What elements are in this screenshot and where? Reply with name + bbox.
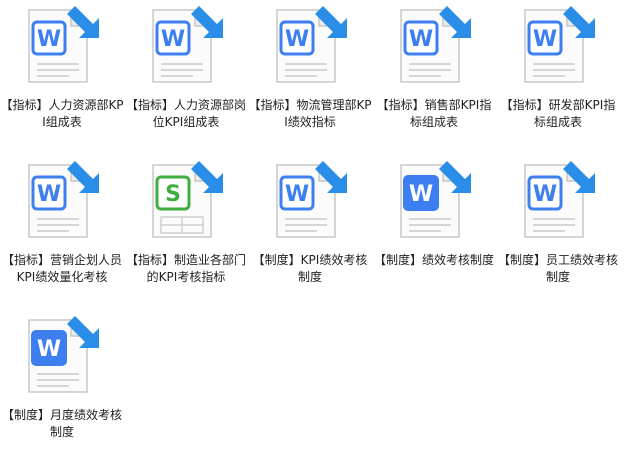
file-item[interactable]: W 【指标】研发部KPI指标组成表 — [496, 0, 620, 150]
svg-text:S: S — [165, 182, 181, 207]
file-item[interactable]: W 【指标】销售部KPI指标组成表 — [372, 0, 496, 150]
file-item[interactable]: W 【制度】员工绩效考核制度 — [496, 155, 620, 305]
file-item[interactable]: W 【指标】人力资源部岗位KPI组成表 — [124, 0, 248, 150]
word-doc-shortcut-icon: W — [19, 316, 99, 400]
word-doc-shortcut-icon: W — [391, 6, 471, 90]
file-grid: W 【指标】人力资源部KPI组成表 W 【指标】人力资源部岗位KPI组成表 W … — [0, 0, 630, 443]
svg-text:W: W — [285, 182, 309, 207]
svg-text:W: W — [37, 27, 61, 52]
file-name-label: 【指标】物流管理部KPI绩效指标 — [248, 98, 372, 129]
file-name-label: 【制度】绩效考核制度 — [373, 253, 494, 267]
file-name-label: 【指标】人力资源部岗位KPI组成表 — [125, 98, 246, 129]
spreadsheet-shortcut-icon: S — [143, 161, 223, 245]
file-name-label: 【制度】月度绩效考核制度 — [1, 408, 122, 439]
svg-text:W: W — [409, 27, 433, 52]
word-doc-shortcut-icon: W — [19, 6, 99, 90]
word-doc-shortcut-icon: W — [515, 161, 595, 245]
file-item[interactable]: W 【制度】绩效考核制度 — [372, 155, 496, 305]
file-item[interactable]: W 【制度】KPI绩效考核制度 — [248, 155, 372, 305]
file-name-label: 【指标】制造业各部门的KPI考核指标 — [125, 253, 246, 284]
word-doc-shortcut-icon: W — [19, 161, 99, 245]
file-name-label: 【指标】人力资源部KPI组成表 — [0, 98, 124, 129]
svg-text:W: W — [161, 27, 185, 52]
svg-text:W: W — [533, 182, 557, 207]
svg-text:W: W — [37, 337, 61, 362]
svg-text:W: W — [37, 182, 61, 207]
file-name-label: 【制度】KPI绩效考核制度 — [252, 253, 368, 284]
file-name-label: 【指标】销售部KPI指标组成表 — [376, 98, 492, 129]
file-item[interactable]: W 【指标】营销企划人员KPI绩效量化考核 — [0, 155, 124, 305]
svg-text:W: W — [533, 27, 557, 52]
file-name-label: 【指标】研发部KPI指标组成表 — [500, 98, 616, 129]
svg-text:W: W — [409, 182, 433, 207]
file-item[interactable]: S 【指标】制造业各部门的KPI考核指标 — [124, 155, 248, 305]
file-item[interactable]: W 【指标】物流管理部KPI绩效指标 — [248, 0, 372, 150]
word-doc-shortcut-icon: W — [267, 6, 347, 90]
word-doc-shortcut-icon: W — [391, 161, 471, 245]
svg-text:W: W — [285, 27, 309, 52]
file-item[interactable]: W 【指标】人力资源部KPI组成表 — [0, 0, 124, 150]
file-name-label: 【指标】营销企划人员KPI绩效量化考核 — [1, 253, 122, 284]
word-doc-shortcut-icon: W — [515, 6, 595, 90]
word-doc-shortcut-icon: W — [267, 161, 347, 245]
file-name-label: 【制度】员工绩效考核制度 — [497, 253, 618, 284]
file-item[interactable]: W 【制度】月度绩效考核制度 — [0, 310, 124, 460]
word-doc-shortcut-icon: W — [143, 6, 223, 90]
